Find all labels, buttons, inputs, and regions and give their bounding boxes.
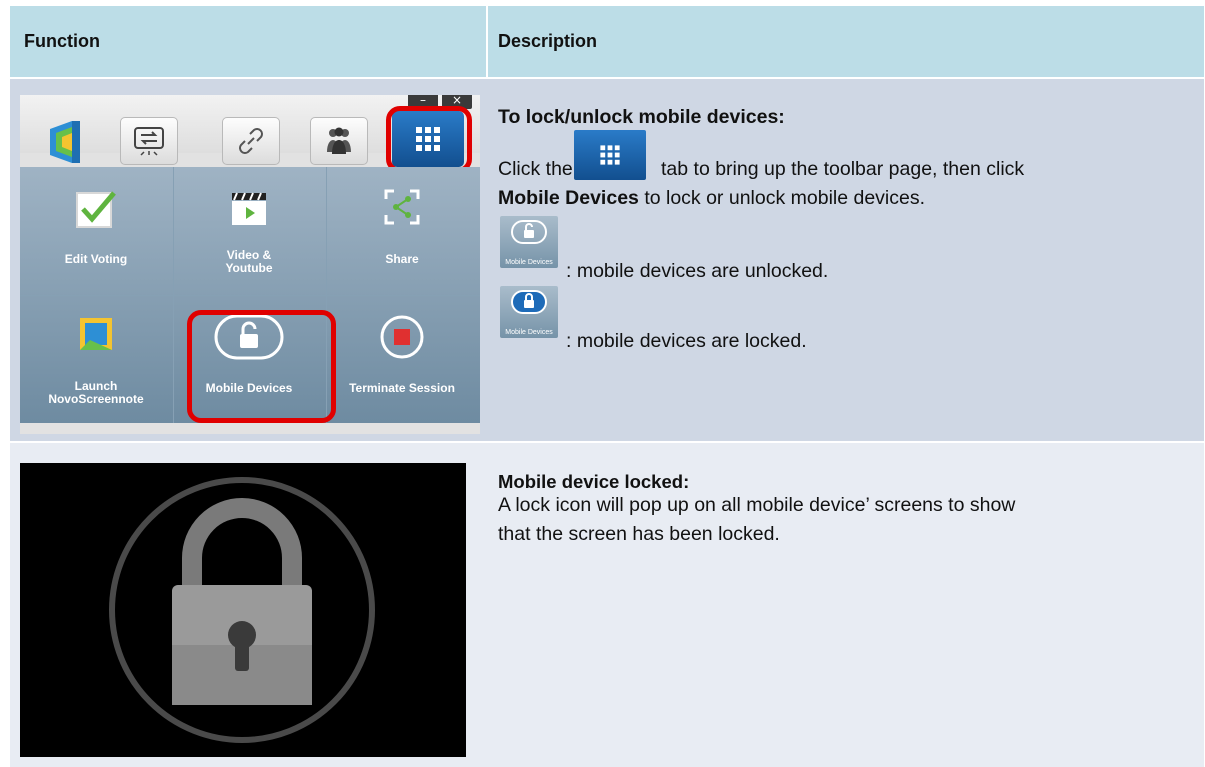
table-row: – × Edit Voting Video & Youtube Share La…	[10, 79, 1204, 441]
locked-icon-caption: Mobile Devices	[505, 329, 553, 336]
highlight-mobile-devices	[187, 310, 336, 423]
launch-novoscreennote-button[interactable]: Launch NovoScreennote	[20, 296, 172, 422]
lock-screen-icon	[109, 477, 375, 743]
description-header: Description	[498, 31, 598, 51]
toolbar-tab-icon	[574, 130, 646, 180]
unlock-icon	[511, 220, 547, 244]
function-header: Function	[24, 31, 100, 51]
terminate-session-button[interactable]: Terminate Session	[326, 296, 478, 422]
edit-voting-button[interactable]: Edit Voting	[20, 167, 172, 293]
novo-logo	[42, 117, 92, 167]
edit-voting-label: Edit Voting	[64, 252, 128, 266]
lock-screen-image	[20, 463, 466, 757]
screen-switch-icon	[134, 127, 164, 156]
stop-icon	[380, 315, 424, 359]
locked-description: : mobile devices are locked.	[566, 330, 807, 352]
unlocked-state-icon: Mobile Devices	[500, 216, 558, 268]
screennote-icon	[80, 318, 112, 350]
share-button[interactable]: Share	[326, 167, 478, 293]
link-icon	[239, 128, 263, 154]
table-header: Function Description	[10, 6, 1204, 77]
lock-unlock-heading: To lock/unlock mobile devices:	[498, 106, 785, 128]
lock-icon	[511, 290, 547, 314]
share-icon	[384, 189, 420, 225]
click-instruction-line1: Click the	[498, 158, 573, 180]
users-icon	[327, 127, 351, 154]
checkbox-icon	[76, 191, 116, 228]
table-row: Mobile device locked: A lock icon will p…	[10, 443, 1204, 767]
unlocked-description: : mobile devices are unlocked.	[566, 260, 829, 282]
locked-body-line2: that the screen has been locked.	[498, 523, 780, 545]
video-youtube-button[interactable]: Video & Youtube	[173, 167, 325, 293]
clapperboard-icon	[232, 192, 266, 225]
highlight-toolbar-tab	[386, 106, 472, 173]
tab-link[interactable]	[222, 117, 280, 165]
locked-state-icon: Mobile Devices	[500, 286, 558, 338]
toolbar-screenshot: – × Edit Voting Video & Youtube Share La…	[20, 95, 480, 434]
tab-users[interactable]	[310, 117, 368, 165]
unlocked-icon-caption: Mobile Devices	[505, 259, 553, 266]
launch-novoscreennote-label: Launch NovoScreennote	[48, 379, 144, 406]
share-label: Share	[385, 252, 419, 266]
tab-presentation[interactable]	[120, 117, 178, 165]
grid-icon	[600, 145, 620, 165]
terminate-session-label: Terminate Session	[349, 381, 455, 395]
click-instruction-line1b: tab to bring up the toolbar page, then c…	[661, 158, 1025, 180]
locked-body-line1: A lock icon will pop up on all mobile de…	[498, 494, 1016, 516]
video-youtube-label: Video & Youtube	[225, 248, 273, 275]
click-instruction-line2: Mobile Devices to lock or unlock mobile …	[498, 187, 926, 209]
